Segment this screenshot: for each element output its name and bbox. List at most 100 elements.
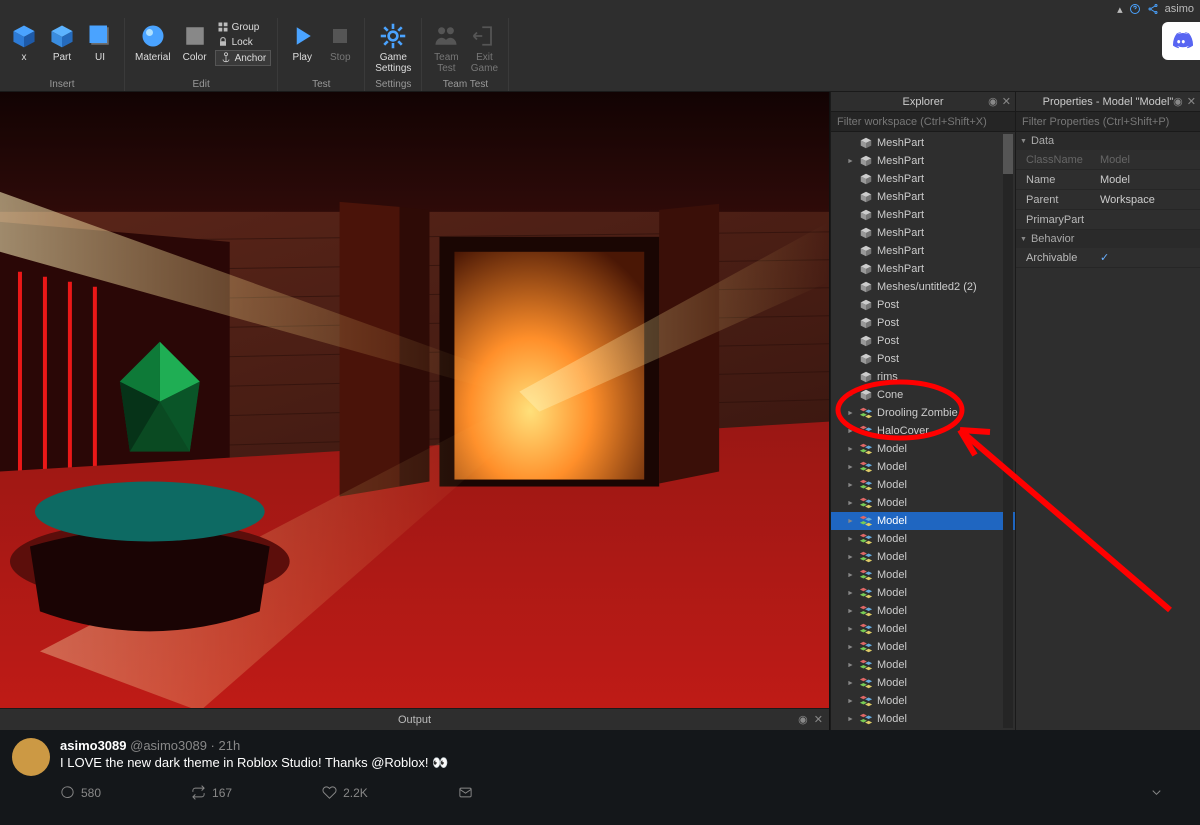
meshpart-icon [859, 388, 873, 402]
meshpart-icon [859, 208, 873, 222]
username-label: asimo [1165, 3, 1194, 15]
explorer-node[interactable]: Model [831, 602, 1015, 620]
explorer-node[interactable]: Model [831, 620, 1015, 638]
anchor-button[interactable]: Anchor [215, 50, 272, 66]
node-label: Post [877, 317, 899, 329]
color-button[interactable]: Color [177, 20, 213, 66]
explorer-node[interactable]: Model [831, 638, 1015, 656]
help-icon[interactable] [1129, 3, 1141, 15]
property-value[interactable]: Workspace [1096, 194, 1200, 206]
explorer-node[interactable]: Cone [831, 386, 1015, 404]
share-icon[interactable] [1147, 3, 1159, 15]
properties-close-icon[interactable]: ✕ [1187, 95, 1196, 108]
explorer-node[interactable]: Model [831, 674, 1015, 692]
explorer-tree[interactable]: MeshPartMeshPartMeshPartMeshPartMeshPart… [831, 132, 1015, 730]
node-label: Model [877, 479, 907, 491]
explorer-close-icon[interactable]: ✕ [1002, 95, 1011, 108]
dm-button[interactable] [458, 785, 473, 800]
explorer-node[interactable]: Post [831, 332, 1015, 350]
explorer-node[interactable]: MeshPart [831, 242, 1015, 260]
explorer-scrollbar[interactable] [1003, 134, 1013, 728]
explorer-node[interactable]: Model [831, 512, 1015, 530]
explorer-node[interactable]: rims [831, 368, 1015, 386]
property-row[interactable]: PrimaryPart [1016, 210, 1200, 230]
explorer-title-bar[interactable]: Explorer ◉✕ [831, 92, 1015, 112]
node-label: Model [877, 551, 907, 563]
explorer-node[interactable]: MeshPart [831, 152, 1015, 170]
output-undock-icon[interactable]: ◉ [798, 713, 808, 726]
explorer-node[interactable]: Meshes/untitled2 (2) [831, 278, 1015, 296]
tweet-caret-button[interactable] [1149, 785, 1164, 800]
explorer-node[interactable]: MeshPart [831, 134, 1015, 152]
explorer-node[interactable]: MeshPart [831, 260, 1015, 278]
property-row[interactable]: NameModel [1016, 170, 1200, 190]
explorer-node[interactable]: MeshPart [831, 188, 1015, 206]
explorer-node[interactable]: Model [831, 548, 1015, 566]
explorer-node[interactable]: Drooling Zombie [831, 404, 1015, 422]
node-label: Post [877, 299, 899, 311]
explorer-node[interactable]: Model [831, 692, 1015, 710]
avatar[interactable] [12, 738, 50, 776]
property-section-header[interactable]: Data [1016, 132, 1200, 150]
title-bar: ▴ asimo [0, 0, 1200, 18]
group-button[interactable]: Group [215, 20, 272, 34]
tweet-author-name[interactable]: asimo3089 [60, 738, 127, 753]
explorer-node[interactable]: Post [831, 296, 1015, 314]
properties-undock-icon[interactable]: ◉ [1173, 95, 1183, 108]
discord-widget[interactable] [1162, 22, 1200, 60]
ribbon-group-teamtest: Team Test Exit Game Team Test [422, 18, 509, 91]
reply-button[interactable]: 580 [60, 785, 101, 800]
explorer-node[interactable]: MeshPart [831, 206, 1015, 224]
explorer-node[interactable]: Model [831, 530, 1015, 548]
viewport[interactable]: ▣ [0, 92, 830, 730]
property-row[interactable]: Archivable✓ [1016, 248, 1200, 268]
property-value[interactable]: ✓ [1096, 251, 1200, 264]
lock-button[interactable]: Lock [215, 35, 272, 49]
properties-title-bar[interactable]: Properties - Model "Model" ◉✕ [1016, 92, 1200, 112]
explorer-node[interactable]: Model [831, 710, 1015, 728]
envelope-icon [458, 785, 473, 800]
scrollbar-thumb[interactable] [1003, 134, 1013, 174]
material-button[interactable]: Material [131, 20, 175, 66]
explorer-node[interactable]: MeshPart [831, 170, 1015, 188]
model-icon [859, 640, 873, 654]
tweet-card: asimo3089 @asimo3089 · 21h I LOVE the ne… [0, 730, 1200, 825]
explorer-filter-input[interactable] [831, 112, 1015, 132]
property-row[interactable]: ParentWorkspace [1016, 190, 1200, 210]
model-icon [859, 424, 873, 438]
property-value[interactable]: Model [1096, 154, 1200, 166]
ui-button[interactable]: UI [82, 20, 118, 65]
property-section-header[interactable]: Behavior [1016, 230, 1200, 248]
node-label: MeshPart [877, 263, 924, 275]
tweet-author-handle[interactable]: @asimo3089 [130, 738, 207, 753]
like-button[interactable]: 2.2K [322, 785, 368, 800]
tweet-time: 21h [218, 738, 240, 753]
explorer-node[interactable]: Model [831, 584, 1015, 602]
explorer-node[interactable]: Post [831, 314, 1015, 332]
node-label: Model [877, 677, 907, 689]
tweet-header: asimo3089 @asimo3089 · 21h [60, 738, 1184, 753]
property-row[interactable]: ClassNameModel [1016, 150, 1200, 170]
play-button[interactable]: Play [284, 20, 320, 65]
explorer-node[interactable]: Model [831, 656, 1015, 674]
exit-game-button: Exit Game [466, 20, 502, 76]
collapse-caret-icon[interactable]: ▴ [1117, 3, 1123, 16]
output-close-icon[interactable]: ✕ [814, 713, 823, 726]
explorer-node[interactable]: Post [831, 350, 1015, 368]
properties-filter-input[interactable] [1016, 112, 1200, 132]
explorer-node[interactable]: MeshPart [831, 224, 1015, 242]
ribbon-x-button[interactable]: x [6, 20, 42, 65]
output-panel-header[interactable]: Output ◉✕ [0, 708, 829, 730]
explorer-node[interactable]: Model [831, 440, 1015, 458]
explorer-undock-icon[interactable]: ◉ [988, 95, 998, 108]
reply-icon [60, 785, 75, 800]
property-value[interactable]: Model [1096, 174, 1200, 186]
explorer-node[interactable]: Model [831, 458, 1015, 476]
retweet-button[interactable]: 167 [191, 785, 232, 800]
explorer-node[interactable]: Model [831, 566, 1015, 584]
explorer-node[interactable]: HaloCover [831, 422, 1015, 440]
explorer-node[interactable]: Model [831, 476, 1015, 494]
part-button[interactable]: Part [44, 20, 80, 65]
game-settings-button[interactable]: Game Settings [371, 20, 415, 76]
explorer-node[interactable]: Model [831, 494, 1015, 512]
